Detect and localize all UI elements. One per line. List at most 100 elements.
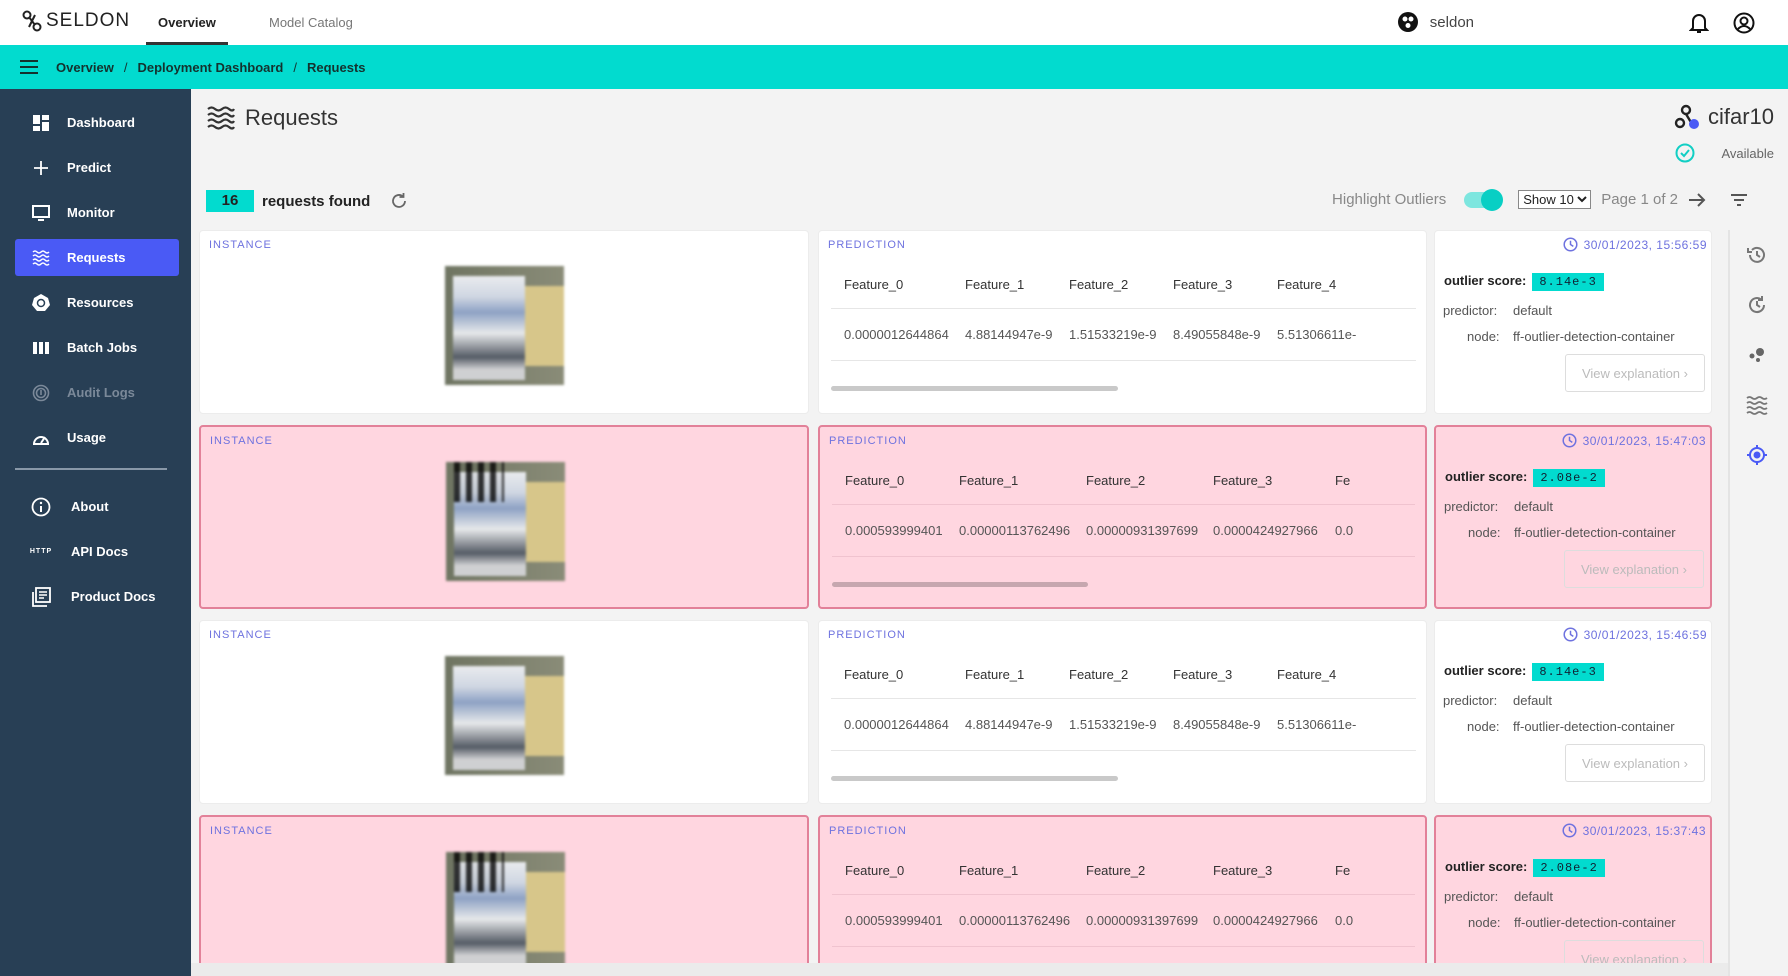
seldon-logo[interactable]: SELDON bbox=[22, 10, 130, 32]
table-header-row: Feature_0 Feature_1 Feature_2 Feature_3 Feat… bbox=[831, 261, 1416, 309]
sidebar-item-label: Requests bbox=[67, 250, 126, 265]
check-circle-icon bbox=[1675, 143, 1695, 163]
outlier-score-label: outlier score: bbox=[1444, 273, 1527, 288]
sidebar-item-resources[interactable]: Resources bbox=[15, 284, 179, 321]
feature-value: 0.000593999401 bbox=[845, 913, 943, 928]
account-icon[interactable] bbox=[1733, 12, 1755, 34]
top-bar: SELDON Overview Model Catalog seldon bbox=[0, 0, 1788, 45]
table-row: 0.0000012644864 4.88144947e-9 1.51533219e-… bbox=[831, 700, 1416, 751]
instance-card: INSTANCE bbox=[199, 620, 809, 804]
view-explanation-label: View explanation bbox=[1580, 951, 1680, 964]
view-explanation-button[interactable]: View explanation › bbox=[1565, 744, 1705, 782]
table-scrollbar[interactable] bbox=[832, 582, 1088, 587]
node-value: ff-outlier-detection-container bbox=[1513, 329, 1675, 344]
table-header-row: Feature_0 Feature_1 Feature_2 Feature_3 Feat… bbox=[831, 651, 1416, 699]
timestamp-text: 30/01/2023, 15:56:59 bbox=[1583, 237, 1707, 252]
breadcrumb-overview[interactable]: Overview bbox=[56, 60, 114, 75]
instance-image[interactable] bbox=[445, 266, 564, 385]
instance-card: INSTANCE bbox=[199, 815, 809, 963]
breadcrumb-separator: / bbox=[123, 59, 128, 75]
chevron-right-icon: › bbox=[1682, 561, 1688, 577]
highlight-outliers-label: Highlight Outliers bbox=[1332, 191, 1447, 208]
breadcrumb-deployment-dashboard[interactable]: Deployment Dashboard bbox=[137, 60, 283, 75]
instance-image[interactable] bbox=[446, 462, 565, 581]
model-name: cifar10 bbox=[1674, 104, 1774, 130]
view-explanation-button[interactable]: View explanation › bbox=[1564, 550, 1704, 588]
feature-header: Feature_2 bbox=[1069, 277, 1129, 292]
sidebar-item-label: Dashboard bbox=[67, 115, 135, 130]
feature-header: Feature_3 bbox=[1173, 667, 1233, 682]
page-title: Requests bbox=[207, 105, 338, 131]
request-row: INSTANCE PREDICTION Feature_0 Feature_1 Fe… bbox=[199, 230, 1712, 414]
feature-value: 1.51533219e-9 bbox=[1069, 717, 1157, 732]
prediction-label: PREDICTION bbox=[828, 239, 906, 251]
chevron-right-icon: › bbox=[1683, 755, 1689, 771]
feature-value: 8.49055848e-9 bbox=[1173, 327, 1261, 342]
instance-label: INSTANCE bbox=[210, 825, 273, 837]
breadcrumb-separator: / bbox=[293, 59, 297, 75]
feature-header: Feature_2 bbox=[1086, 863, 1146, 878]
view-explanation-button[interactable]: View explanation › bbox=[1565, 354, 1705, 392]
restore-icon[interactable] bbox=[1746, 294, 1768, 321]
model-name-text: cifar10 bbox=[1707, 104, 1774, 129]
sidebar-item-api-docs[interactable]: HTTP API Docs bbox=[15, 533, 179, 570]
sidebar-item-predict[interactable]: Predict bbox=[15, 149, 179, 186]
next-page-icon[interactable] bbox=[1688, 192, 1706, 208]
refresh-icon[interactable] bbox=[390, 192, 408, 210]
feature-header: Feature_1 bbox=[965, 277, 1025, 292]
prediction-table: Feature_0 Feature_1 Feature_2 Feature_3 Feat… bbox=[831, 651, 1416, 751]
table-header-row: Feature_0 Feature_1 Feature_2 Feature_3 Fe bbox=[832, 457, 1415, 505]
view-explanation-button[interactable]: View explanation › bbox=[1564, 940, 1704, 963]
clock-icon bbox=[1562, 823, 1577, 838]
page-size-select[interactable]: Show 10 bbox=[1518, 190, 1592, 209]
node-value: ff-outlier-detection-container bbox=[1514, 525, 1676, 540]
outlier-target-icon[interactable] bbox=[1746, 444, 1768, 471]
sidebar-item-dashboard[interactable]: Dashboard bbox=[15, 104, 179, 141]
table-scrollbar[interactable] bbox=[831, 386, 1118, 391]
sidebar-item-label: Resources bbox=[67, 295, 134, 310]
tab-model-catalog[interactable]: Model Catalog bbox=[269, 0, 353, 45]
table-scrollbar[interactable] bbox=[831, 776, 1118, 781]
filter-icon[interactable] bbox=[1730, 193, 1748, 207]
sidebar-item-about[interactable]: About bbox=[15, 488, 179, 525]
timestamp-text: 30/01/2023, 15:37:43 bbox=[1582, 823, 1706, 838]
horizontal-scrollbar[interactable] bbox=[191, 963, 1728, 976]
sidebar-item-product-docs[interactable]: Product Docs bbox=[15, 578, 179, 615]
menu-icon[interactable] bbox=[20, 60, 38, 74]
instance-image[interactable] bbox=[446, 852, 565, 963]
feature-value: 0.0 bbox=[1335, 913, 1354, 928]
sidebar-item-audit-logs[interactable]: Audit Logs bbox=[15, 374, 179, 411]
history-icon[interactable] bbox=[1746, 244, 1768, 271]
user-name: seldon bbox=[1429, 13, 1474, 31]
namespace-selector[interactable]: seldon bbox=[1397, 12, 1474, 32]
sidebar-item-batch-jobs[interactable]: Batch Jobs bbox=[15, 329, 179, 366]
feature-header: Feature_0 bbox=[844, 667, 904, 682]
prediction-table: Feature_0 Feature_1 Feature_2 Feature_3 Fe 0… bbox=[832, 847, 1415, 947]
bell-icon[interactable] bbox=[1689, 12, 1709, 34]
sidebar-item-monitor[interactable]: Monitor bbox=[15, 194, 179, 231]
predictor-value: default bbox=[1514, 889, 1554, 904]
columns-icon bbox=[29, 341, 53, 355]
feature-value: 0.0 bbox=[1335, 523, 1354, 538]
feature-header: Feature_3 bbox=[1173, 277, 1233, 292]
request-timestamp: 30/01/2023, 15:37:43 bbox=[1562, 823, 1706, 838]
predictor-label: predictor: bbox=[1443, 303, 1498, 318]
request-row-outlier: INSTANCE PREDICTION Feature_0 Feature_1 Fe… bbox=[199, 425, 1712, 609]
dashboard-icon bbox=[29, 114, 53, 131]
waves-icon[interactable] bbox=[1746, 394, 1768, 421]
feature-header: Feature_0 bbox=[845, 473, 905, 488]
sidebar-item-requests[interactable]: Requests bbox=[15, 239, 179, 276]
instance-image[interactable] bbox=[445, 656, 564, 775]
prediction-label: PREDICTION bbox=[828, 629, 906, 641]
highlight-outliers-toggle[interactable] bbox=[1464, 188, 1504, 211]
scatter-icon[interactable] bbox=[1746, 344, 1768, 371]
waves-icon bbox=[29, 249, 53, 266]
kubernetes-icon bbox=[29, 293, 53, 312]
feature-header: Feature_1 bbox=[965, 667, 1025, 682]
clock-icon bbox=[1563, 237, 1578, 252]
predictor-label: predictor: bbox=[1444, 499, 1499, 514]
view-explanation-label: View explanation bbox=[1581, 755, 1681, 771]
request-row-outlier: INSTANCE PREDICTION Feature_0 Feature_1 Fe… bbox=[199, 815, 1712, 963]
sidebar-item-usage[interactable]: Usage bbox=[15, 419, 179, 456]
tab-overview[interactable]: Overview bbox=[146, 0, 228, 45]
